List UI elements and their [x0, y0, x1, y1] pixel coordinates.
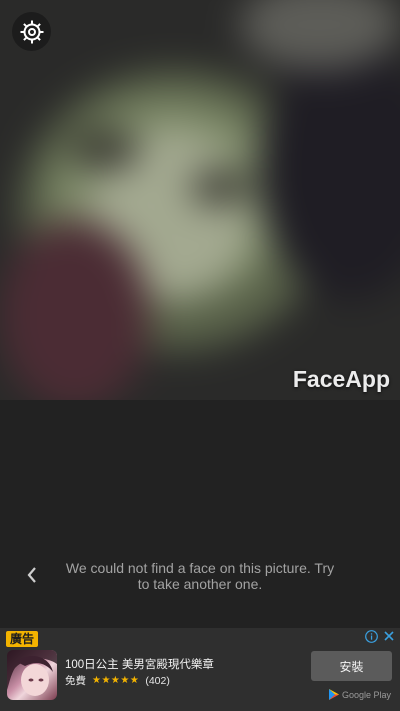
rating-stars: ★★★★★	[92, 675, 140, 686]
ad-app-title[interactable]: 100日公主 美男宮殿現代樂章	[65, 656, 214, 672]
info-icon	[364, 629, 378, 643]
play-store-icon	[328, 689, 339, 700]
app-icon[interactable]	[7, 650, 57, 700]
anime-character-icon	[7, 650, 57, 696]
no-face-message: We could not find a face on this picture…	[65, 560, 335, 592]
store-name: Google Play	[341, 689, 391, 700]
ad-price: 免費	[65, 675, 86, 687]
rating-count: (402)	[145, 674, 170, 687]
ad-app-meta: 免費 ★★★★★ (402)	[65, 673, 170, 688]
close-icon	[384, 631, 394, 641]
ad-info-button[interactable]	[364, 629, 378, 643]
ad-controls	[364, 629, 396, 643]
faceapp-watermark: FaceApp	[292, 366, 390, 392]
chevron-left-icon	[27, 567, 36, 583]
ad-close-button[interactable]	[382, 629, 396, 643]
install-button[interactable]: 安裝	[311, 651, 392, 681]
ad-banner[interactable]: 廣告 100日公主 美男宮殿現代樂章 免費 ★★★★★ (402) 安裝 Goo…	[0, 628, 400, 711]
gear-icon	[20, 20, 43, 43]
google-play-label: Google Play	[328, 689, 391, 700]
photo-preview: FaceApp	[0, 0, 400, 400]
blurred-photo	[0, 0, 400, 400]
back-button[interactable]	[20, 560, 44, 590]
ad-badge: 廣告	[6, 631, 39, 647]
settings-button[interactable]	[12, 12, 51, 51]
